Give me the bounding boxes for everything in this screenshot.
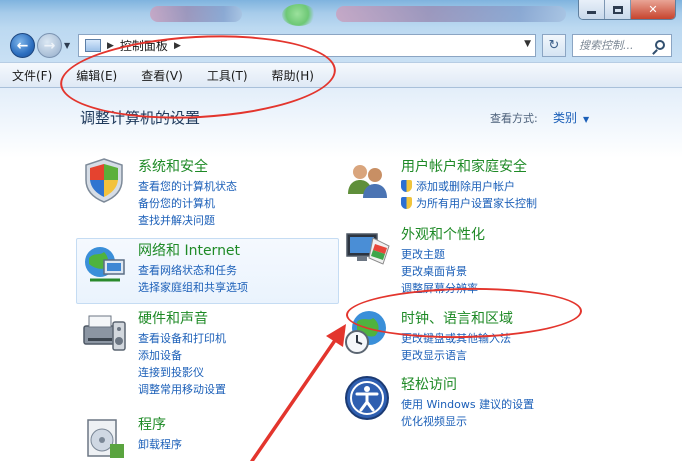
- link-change-display-language[interactable]: 更改显示语言: [401, 347, 511, 364]
- uac-shield-icon: [401, 180, 412, 192]
- user-accounts-icon: [348, 165, 387, 198]
- link-add-device[interactable]: 添加设备: [138, 347, 226, 364]
- refresh-button[interactable]: ↻: [542, 34, 566, 57]
- link-parental-controls[interactable]: 为所有用户设置家长控制: [401, 195, 537, 212]
- menu-file[interactable]: 文件(F): [12, 67, 52, 84]
- recent-pages-dropdown[interactable]: ▼: [64, 41, 70, 50]
- ease-of-access-icon: [345, 376, 389, 420]
- forward-button[interactable]: →: [37, 33, 62, 58]
- category-title[interactable]: 硬件和声音: [138, 308, 208, 328]
- programs-icon: [87, 419, 124, 458]
- back-button[interactable]: ←: [10, 33, 35, 58]
- link-homegroup-sharing[interactable]: 选择家庭组和共享选项: [138, 279, 248, 296]
- view-by-value: 类别: [553, 111, 578, 125]
- link-mobility-settings[interactable]: 调整常用移动设置: [138, 381, 226, 398]
- address-dropdown-icon[interactable]: ▼: [524, 39, 531, 49]
- appearance-icon: [346, 233, 390, 265]
- search-input[interactable]: [579, 39, 651, 52]
- close-button[interactable]: ✕: [631, 0, 675, 19]
- category-title[interactable]: 轻松访问: [401, 374, 457, 394]
- view-by-dropdown[interactable]: 类别 ▼: [553, 109, 589, 126]
- chevron-down-icon: ▼: [583, 115, 590, 124]
- link-view-computer-status[interactable]: 查看您的计算机状态: [138, 178, 237, 195]
- link-connect-projector[interactable]: 连接到投影仪: [138, 364, 226, 381]
- blurred-title-text: [336, 6, 566, 22]
- link-troubleshoot[interactable]: 查找并解决问题: [138, 212, 237, 229]
- category-title[interactable]: 用户帐户和家庭安全: [401, 156, 527, 176]
- link-devices-printers[interactable]: 查看设备和打印机: [138, 330, 226, 347]
- back-arrow-icon: ←: [16, 37, 29, 54]
- maximize-button[interactable]: [605, 0, 631, 19]
- link-uninstall-program[interactable]: 卸载程序: [138, 436, 182, 453]
- category-title[interactable]: 程序: [138, 414, 166, 434]
- hardware-sound-icon: [83, 315, 126, 351]
- blurred-title-icon: [282, 4, 316, 26]
- category-title[interactable]: 外观和个性化: [401, 224, 485, 244]
- link-text: 添加或删除用户帐户: [416, 180, 515, 193]
- link-optimize-visual-display[interactable]: 优化视频显示: [401, 413, 534, 430]
- search-box[interactable]: [572, 34, 672, 57]
- category-title[interactable]: 系统和安全: [138, 156, 208, 176]
- uac-shield-icon: [401, 197, 412, 209]
- control-panel-content: 调整计算机的设置 查看方式: 类别 ▼ 系统和安全 查看您的计算机状态 备份您的计…: [0, 88, 682, 461]
- link-change-theme[interactable]: 更改主题: [401, 246, 478, 263]
- link-text: 为所有用户设置家长控制: [416, 197, 537, 210]
- window-controls: ✕: [578, 0, 676, 20]
- forward-arrow-icon: →: [43, 37, 56, 54]
- link-add-remove-accounts[interactable]: 添加或删除用户帐户: [401, 178, 537, 195]
- control-panel-icon: [85, 39, 101, 52]
- title-bar: ✕: [0, 0, 682, 28]
- minimize-button[interactable]: [579, 0, 605, 19]
- link-network-status[interactable]: 查看网络状态和任务: [138, 262, 248, 279]
- link-change-background[interactable]: 更改桌面背景: [401, 263, 478, 280]
- category-title[interactable]: 网络和 Internet: [138, 240, 240, 260]
- refresh-icon: ↻: [548, 38, 560, 53]
- minimize-icon: [587, 11, 596, 14]
- search-icon[interactable]: [655, 40, 665, 50]
- view-by-label: 查看方式:: [490, 112, 538, 125]
- link-backup-computer[interactable]: 备份您的计算机: [138, 195, 237, 212]
- system-security-icon: [85, 158, 123, 203]
- link-windows-recommended-settings[interactable]: 使用 Windows 建议的设置: [401, 396, 534, 413]
- blurred-title-region: [150, 6, 242, 22]
- maximize-icon: [612, 5, 623, 14]
- close-icon: ✕: [648, 3, 658, 16]
- network-icon: [85, 247, 125, 282]
